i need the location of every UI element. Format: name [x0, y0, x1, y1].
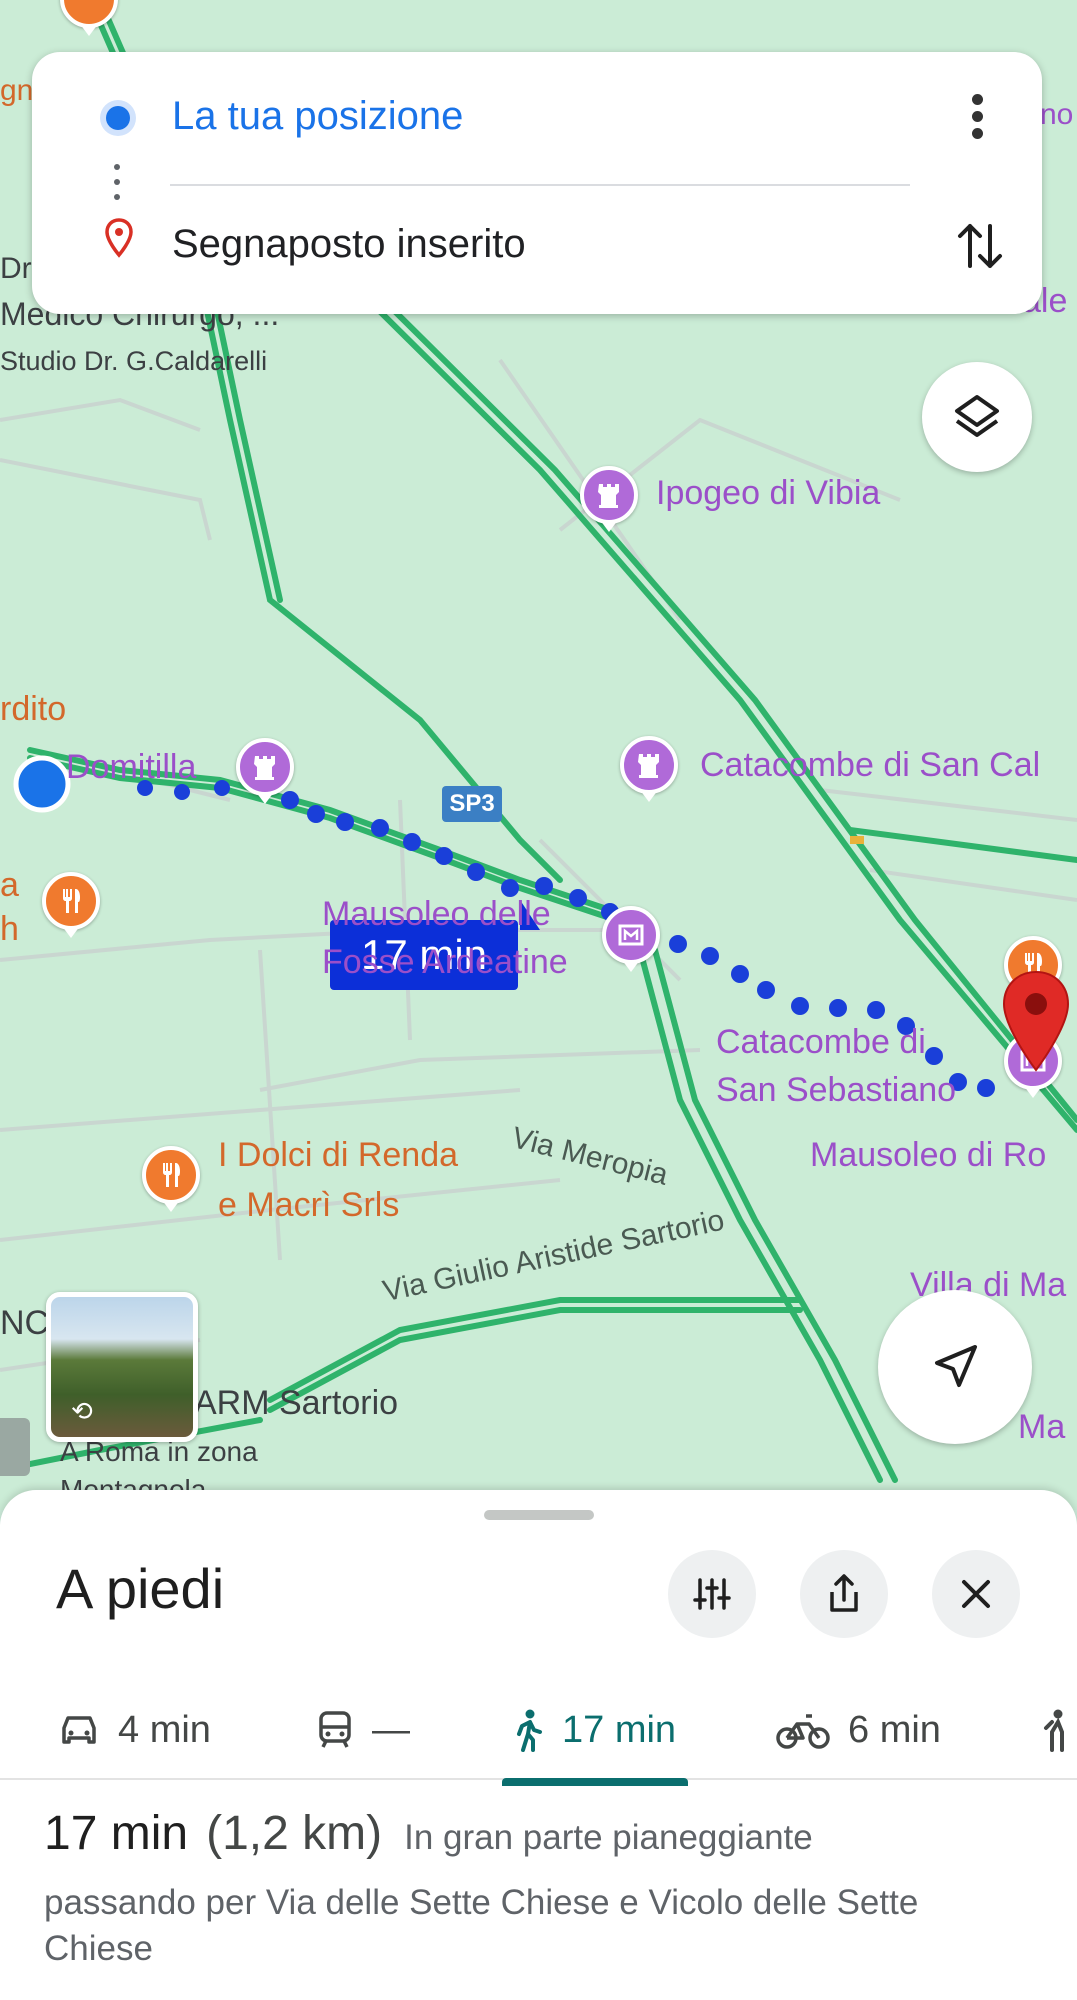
swap-icon[interactable] [954, 216, 1006, 281]
poi-label-a: a [0, 866, 19, 904]
street-view-thumbnail[interactable]: ⟲ [46, 1292, 198, 1442]
origin-field[interactable]: La tua posizione [32, 52, 1042, 182]
tab-more-modes[interactable] [1036, 1680, 1077, 1780]
directions-search-card: La tua posizione Segnaposto inserito [32, 52, 1042, 314]
poi-label-rdito: rdito [0, 690, 67, 728]
destination-label: Segnaposto inserito [172, 222, 526, 266]
destination-field[interactable]: Segnaposto inserito [32, 182, 1042, 314]
share-button[interactable] [800, 1550, 888, 1638]
poi-label-catacombe-sebastiano[interactable]: Catacombe di San Sebastiano [716, 1018, 956, 1114]
sheet-drag-handle[interactable] [484, 1510, 594, 1520]
origin-label: La tua posizione [172, 94, 464, 138]
more-options-icon[interactable] [962, 94, 992, 144]
car-icon [58, 1712, 100, 1748]
restaurant-icon[interactable] [142, 1146, 200, 1204]
poi-label-ma: Ma [1018, 1408, 1066, 1446]
road-badge: SP3 [442, 786, 502, 822]
route-duration: 17 min [44, 1807, 189, 1860]
bike-icon [776, 1710, 830, 1750]
poi-label-h: h [0, 910, 19, 948]
poi-label-mausoleo-fosse[interactable]: Mausoleo delle Fosse Ardeatine [322, 890, 612, 986]
origin-dot-icon [106, 106, 130, 130]
tab-car-label: 4 min [118, 1708, 211, 1751]
active-tab-indicator [502, 1778, 688, 1786]
transit-icon [316, 1710, 354, 1750]
route-summary: 17 min (1,2 km) In gran parte pianeggiante [44, 1806, 813, 1861]
castle-icon[interactable] [580, 466, 638, 524]
layers-button[interactable] [922, 362, 1032, 472]
layers-icon [955, 395, 999, 437]
tab-walk[interactable]: 17 min [510, 1680, 676, 1780]
close-button[interactable] [932, 1550, 1020, 1638]
castle-icon[interactable] [620, 736, 678, 794]
street-view-rotate-icon: ⟲ [71, 1396, 93, 1426]
route-distance: (1,2 km) [206, 1807, 383, 1860]
close-icon [962, 1580, 990, 1608]
my-location-button[interactable] [878, 1290, 1032, 1444]
tab-transit-label: — [372, 1708, 410, 1751]
destination-marker-icon [104, 218, 134, 263]
tab-walk-label: 17 min [562, 1708, 677, 1751]
tab-car[interactable]: 4 min [58, 1680, 211, 1780]
route-options-button[interactable] [668, 1550, 756, 1638]
poi-label-no: no [1040, 98, 1074, 131]
poi-label-mausoleo-ro[interactable]: Mausoleo di Ro [810, 1136, 1046, 1175]
route-terrain: In gran parte pianeggiante [404, 1818, 813, 1857]
tab-bike-label: 6 min [848, 1708, 941, 1751]
walk-icon [510, 1708, 544, 1752]
tab-bike[interactable]: 6 min [776, 1680, 941, 1780]
poi-label-dolci[interactable]: I Dolci di Renda e Macrì Srls [218, 1130, 458, 1230]
tab-transit[interactable]: — [316, 1680, 410, 1780]
travel-mode-tabs: 4 min — 17 min 6 min [0, 1680, 1077, 1780]
destination-pin-icon[interactable] [1000, 970, 1072, 1079]
poi-label-studio[interactable]: Studio Dr. G.Caldarelli [0, 346, 267, 377]
castle-icon[interactable] [236, 738, 294, 796]
poi-label-nc: NC [0, 1304, 50, 1342]
restaurant-icon[interactable] [42, 872, 100, 930]
rideshare-icon [1036, 1708, 1072, 1752]
route-via-description: passando per Via delle Sette Chiese e Vi… [44, 1883, 919, 1968]
poi-label-domitilla[interactable]: Domitilla [66, 748, 196, 787]
poi-label-arm[interactable]: ARM Sartorio [194, 1384, 398, 1423]
side-handle[interactable] [0, 1418, 30, 1476]
sheet-title: A piedi [56, 1557, 225, 1620]
share-icon [830, 1574, 858, 1612]
poi-label-catacombe-callisto[interactable]: Catacombe di San Cal [700, 746, 1040, 785]
poi-label-ipogeo[interactable]: Ipogeo di Vibia [656, 474, 880, 513]
navigation-arrow-icon [935, 1345, 977, 1387]
tune-icon [693, 1578, 731, 1610]
